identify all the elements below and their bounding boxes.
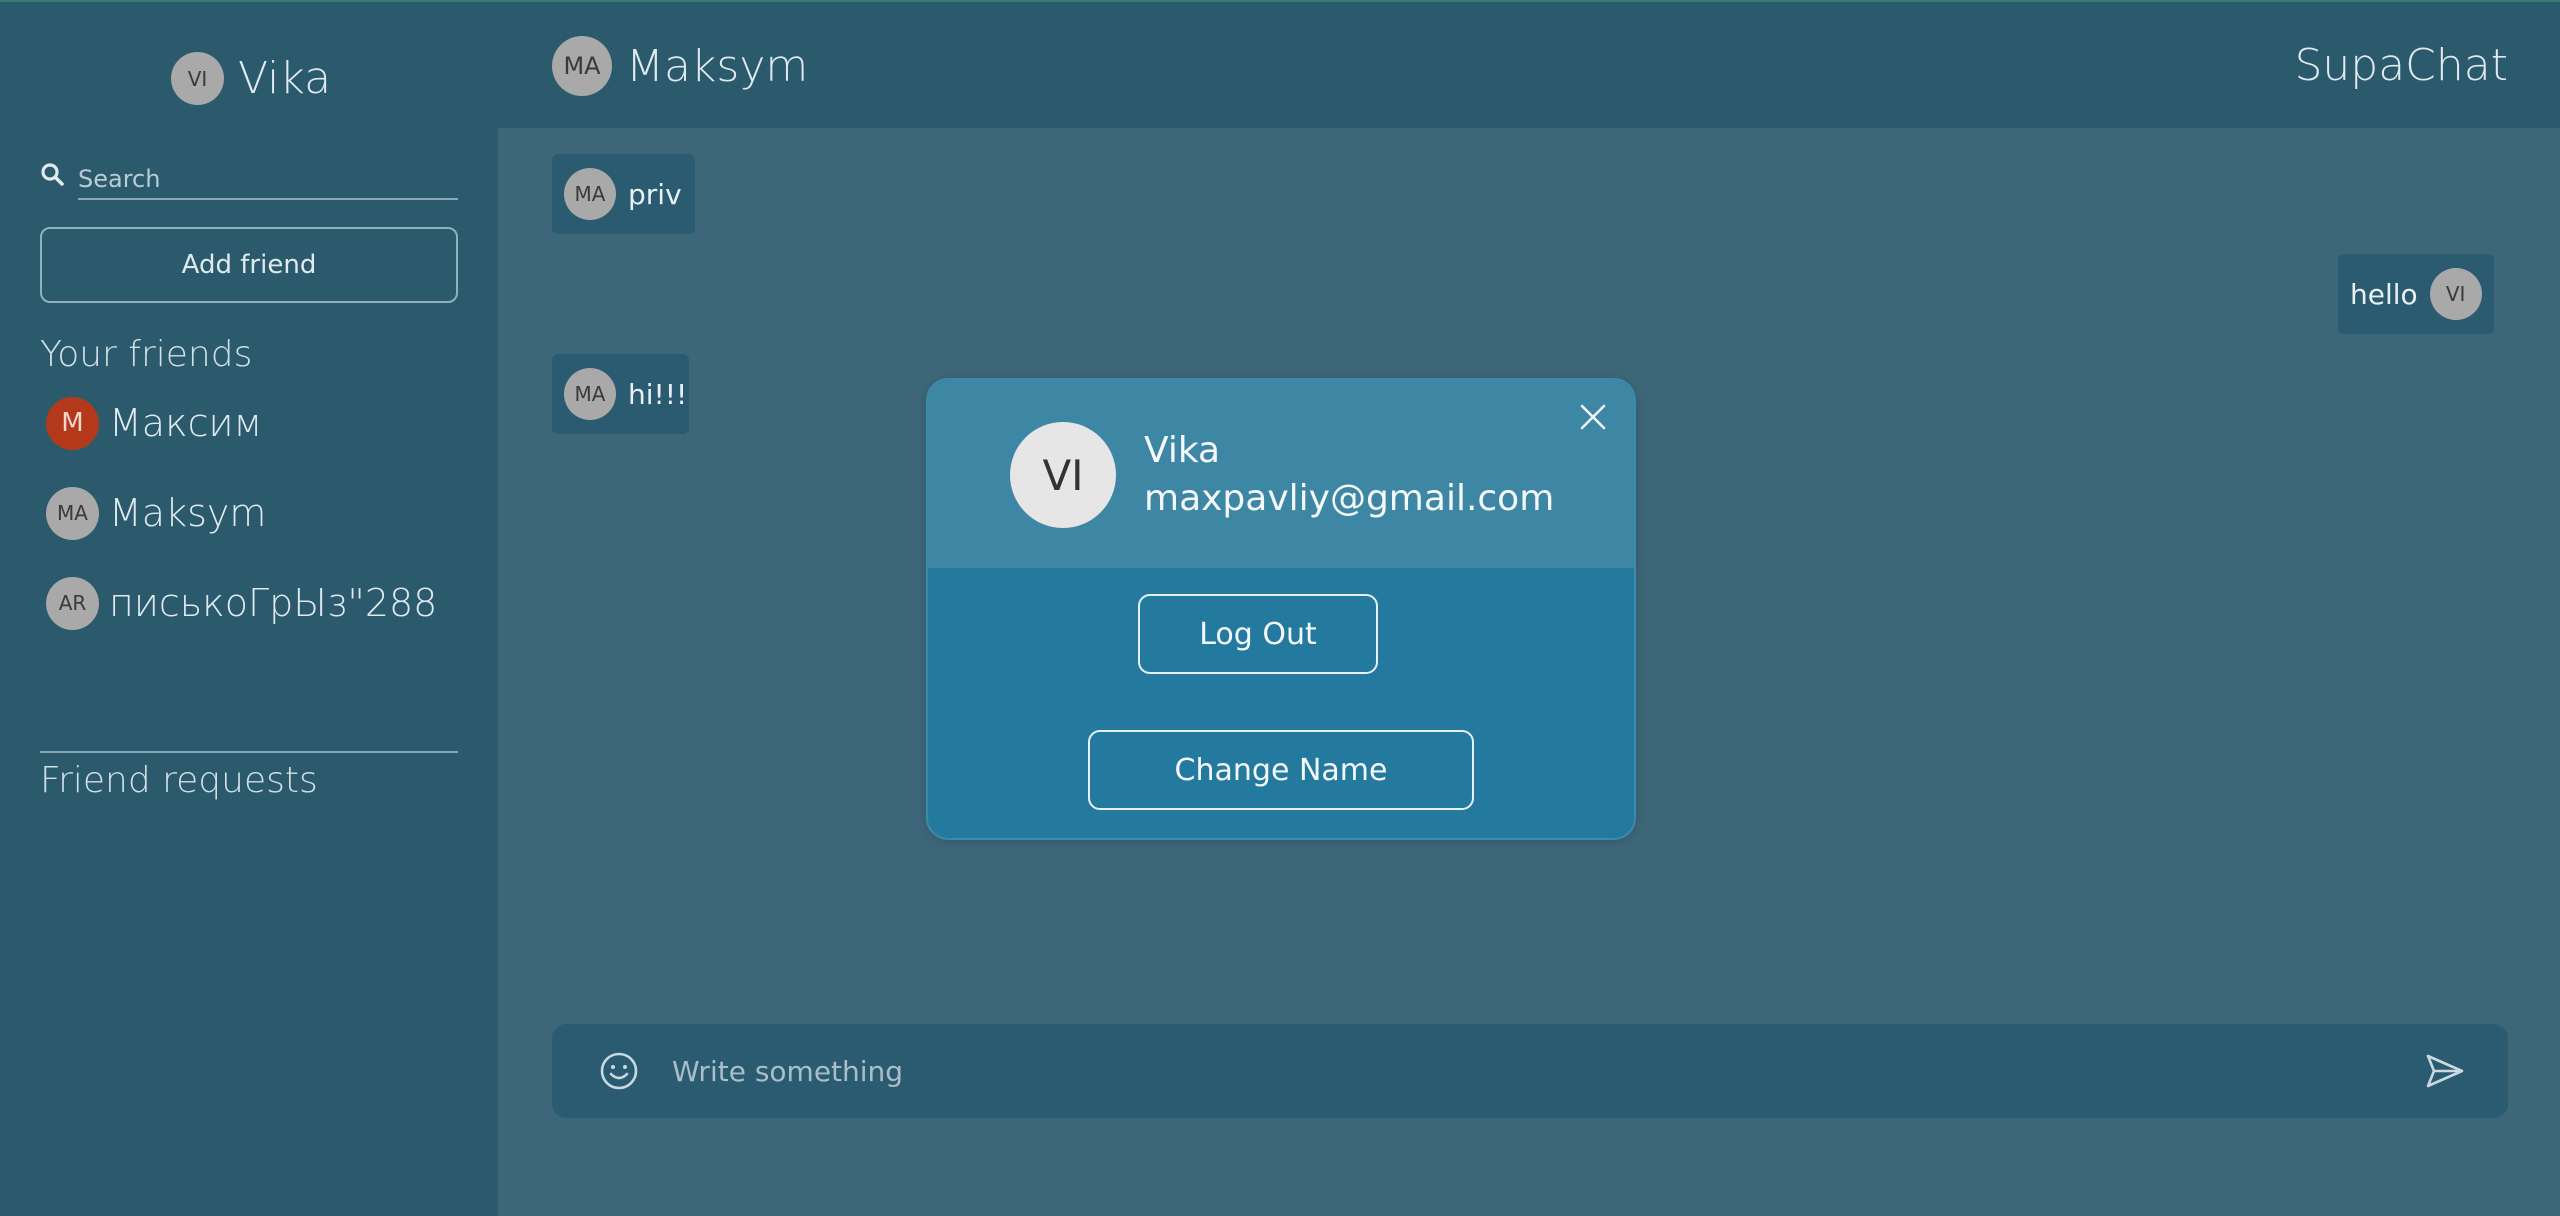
sidebar: VI Vika Add friend Your friends M Максим…: [0, 0, 498, 1216]
chat-contact[interactable]: MA Maksym: [552, 36, 808, 96]
friends-title: Your friends: [40, 334, 253, 375]
chat-header: MA Maksym SupaChat: [498, 0, 2560, 128]
log-out-button[interactable]: Log Out: [1138, 594, 1378, 674]
friend-name: писькоГрЫз"288: [109, 581, 438, 625]
send-icon[interactable]: [2422, 1048, 2468, 1094]
friend-item[interactable]: MA Maksym: [46, 485, 466, 541]
add-friend-button[interactable]: Add friend: [40, 227, 458, 303]
search-icon: [41, 163, 64, 186]
profile-header: VI Vika maxpavliy@gmail.com: [928, 380, 1634, 568]
friend-name: Maksym: [109, 491, 267, 535]
change-name-button[interactable]: Change Name: [1088, 730, 1474, 810]
app-title: SupaChat: [2294, 40, 2508, 91]
avatar: VI: [1010, 422, 1116, 528]
message-text: priv: [628, 177, 682, 211]
message-text: hi!!!: [628, 377, 688, 411]
message-input[interactable]: [672, 1046, 2372, 1096]
emoji-icon[interactable]: [598, 1050, 640, 1092]
avatar: MA: [552, 36, 612, 96]
close-icon[interactable]: [1572, 396, 1612, 436]
message-bubble: MA priv: [552, 154, 695, 234]
current-user[interactable]: VI Vika: [171, 52, 331, 105]
avatar: MA: [564, 168, 616, 220]
friend-item[interactable]: AR писькоГрЫз"288: [46, 575, 466, 631]
current-user-name: Vika: [238, 53, 332, 104]
chat-contact-name: Maksym: [626, 40, 809, 92]
divider: [40, 751, 458, 753]
avatar: VI: [2429, 268, 2482, 320]
avatar: M: [46, 396, 99, 450]
avatar: VI: [171, 52, 224, 105]
message-bubble: MA hi!!!: [552, 354, 689, 434]
avatar: MA: [46, 486, 99, 540]
profile-email: maxpavliy@gmail.com: [1144, 478, 1555, 519]
friend-item[interactable]: M Максим: [46, 395, 466, 451]
friend-requests-title: Friend requests: [40, 760, 318, 801]
search-input[interactable]: [78, 160, 458, 200]
avatar: MA: [564, 368, 616, 420]
message-composer: [552, 1024, 2508, 1118]
search-box: [40, 160, 458, 200]
profile-name: Vika: [1144, 430, 1221, 471]
message-bubble: hello VI: [2338, 254, 2494, 334]
friends-list: M Максим MA Maksym AR писькоГрЫз"288: [46, 395, 466, 665]
message-text: hello: [2350, 277, 2418, 311]
avatar: AR: [46, 576, 99, 630]
profile-modal: VI Vika maxpavliy@gmail.com Log Out Chan…: [926, 378, 1636, 840]
friend-name: Максим: [109, 401, 263, 445]
